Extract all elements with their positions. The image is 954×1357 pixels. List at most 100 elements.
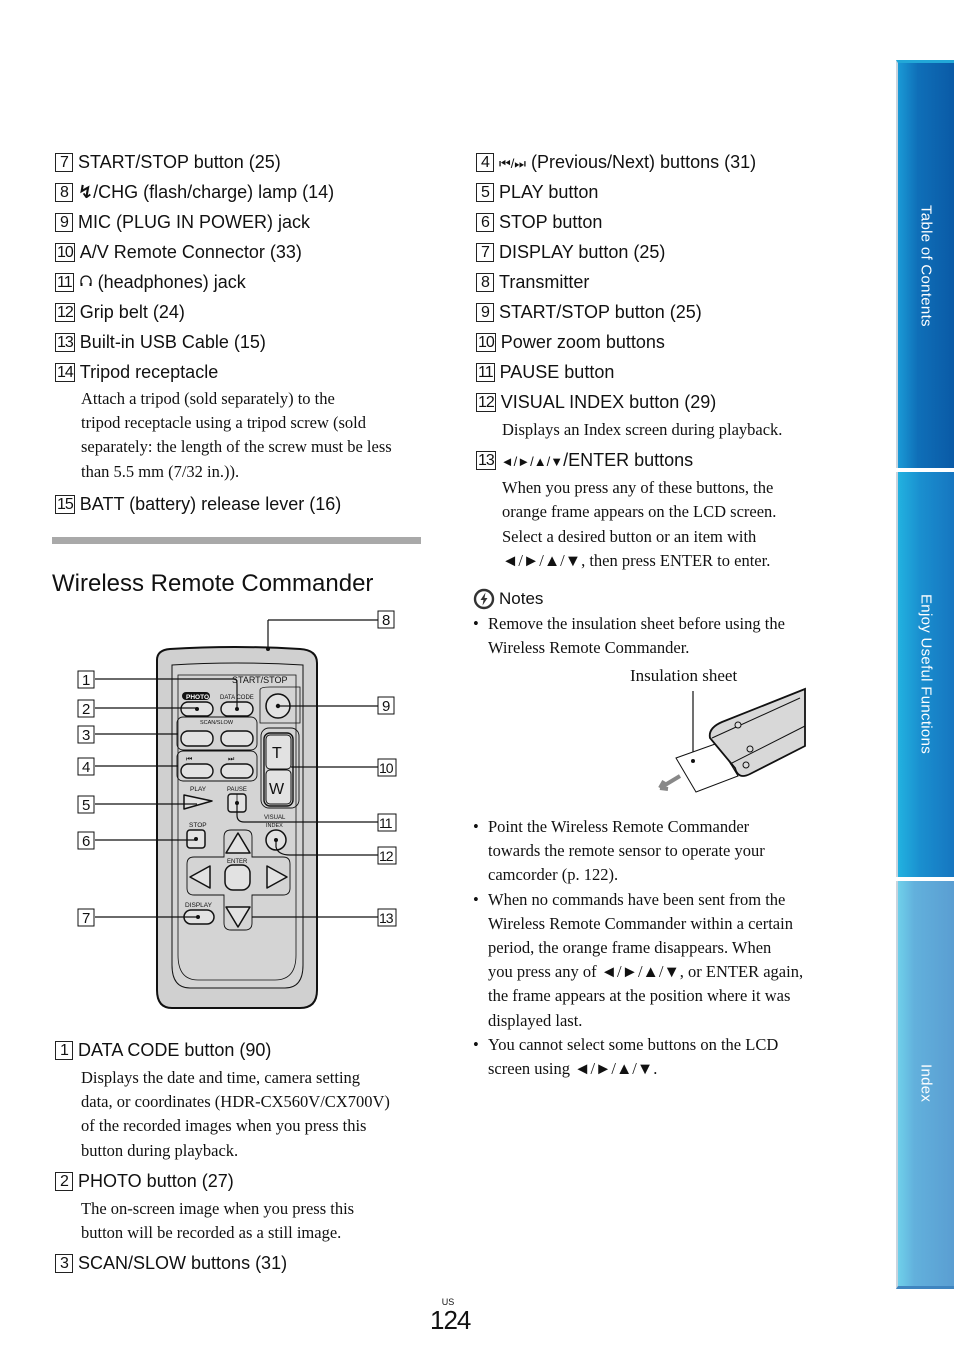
- tab-label: Enjoy Useful Functions: [917, 594, 935, 755]
- display-text: DISPLAY: [185, 902, 213, 909]
- note-item: Point the Wireless Remote Commander towar…: [473, 815, 873, 888]
- desc-line: data, or coordinates (HDR-CX560V/CX700V): [81, 1092, 390, 1112]
- callout-9: 9: [377, 696, 395, 715]
- left-top-list: 7 START/STOP button (25) 8 ↯/CHG (flash/ch…: [55, 152, 435, 524]
- pause-text: PAUSE: [227, 787, 247, 793]
- note-line: screen using ◄/►/▲/▼.: [488, 1059, 658, 1079]
- list-item: 12 Grip belt (24): [55, 302, 435, 332]
- svg-text:5: 5: [82, 797, 90, 814]
- list-item: 7 DISPLAY button (25): [476, 242, 876, 272]
- svg-text:1: 1: [82, 672, 90, 689]
- list-item: 13 ◄/►/▲/▼/ENTER buttons: [476, 450, 876, 476]
- item-label: START/STOP button (25): [78, 152, 281, 172]
- item-label: Built-in USB Cable (15): [79, 332, 266, 352]
- svg-text:3: 3: [82, 727, 90, 744]
- tab-label: Table of Contents: [917, 204, 935, 327]
- list-item: 5 PLAY button: [476, 182, 876, 212]
- sidebar-tab-index[interactable]: Index: [896, 881, 954, 1289]
- item-number: 12: [476, 393, 496, 412]
- item-label: Transmitter: [499, 272, 590, 292]
- list-item: 9 START/STOP button (25): [476, 302, 876, 332]
- item-number: 9: [476, 303, 494, 322]
- note-item: Remove the insulation sheet before using…: [473, 612, 873, 660]
- item-number: 14: [55, 363, 75, 382]
- enter-text: ENTER: [227, 859, 248, 865]
- prev-next-icon: ⏮/⏭: [499, 156, 527, 171]
- item-label: /CHG (flash/charge) lamp (14): [93, 182, 335, 202]
- item-label: VISUAL INDEX button (29): [500, 392, 717, 412]
- note-line: Wireless Remote Commander.: [488, 638, 690, 658]
- item-number: 11: [476, 363, 495, 382]
- desc-line: button during playback.: [81, 1140, 239, 1160]
- list-item: 10 Power zoom buttons: [476, 332, 876, 362]
- notes-first-list: Remove the insulation sheet before using…: [473, 612, 873, 660]
- item-label: PHOTO button (27): [78, 1170, 234, 1191]
- list-item: 7 START/STOP button (25): [55, 152, 435, 182]
- svg-text:13: 13: [379, 910, 394, 926]
- insulation-sheet-figure: [658, 687, 806, 793]
- flash-icon: ↯: [78, 182, 94, 202]
- scan-slow-forward-button: [220, 730, 254, 747]
- item-label: (Previous/Next) buttons (31): [526, 152, 757, 172]
- item-label: DATA CODE button (90): [78, 1040, 272, 1060]
- item-label: Tripod receptacle: [79, 362, 219, 382]
- item-number: 2: [55, 1171, 73, 1191]
- headphones-icon: [79, 272, 93, 292]
- zoom-w-text: W: [269, 781, 285, 798]
- section-title: Wireless Remote Commander: [52, 570, 374, 597]
- list-item: 8 Transmitter: [476, 272, 876, 302]
- item-label: PLAY button: [499, 182, 599, 202]
- item-label: BATT (battery) release lever (16): [79, 493, 342, 514]
- svg-text:12: 12: [379, 848, 394, 864]
- index-text: INDEX: [266, 823, 283, 829]
- sidebar-tab-table-of-contents[interactable]: Table of Contents: [896, 60, 954, 468]
- desc-line: separately: the length of the screw must…: [81, 437, 392, 457]
- callout-12: 12: [377, 846, 397, 865]
- item-number: 10: [55, 243, 75, 262]
- note-line: When no commands have been sent from the: [488, 889, 786, 909]
- item-number: 9: [55, 213, 73, 232]
- notes-rest: Point the Wireless Remote Commander towar…: [473, 815, 873, 1081]
- item-number: 15: [55, 494, 75, 514]
- left-bottom-list: 1 DATA CODE button (90) Displays the date…: [55, 1040, 435, 1283]
- item-description: The on-screen image when you press this …: [81, 1197, 435, 1245]
- callout-7: 7: [77, 908, 95, 927]
- note-line: towards the remote sensor to operate you…: [488, 841, 765, 861]
- desc-line: When you press any of these buttons, the: [502, 478, 774, 498]
- note-line: Wireless Remote Commander within a certa…: [488, 913, 793, 933]
- note-item: When no commands have been sent from the…: [473, 888, 873, 1033]
- notes-heading: Notes: [473, 588, 873, 610]
- list-item: 4 ⏮/⏭ (Previous/Next) buttons (31): [476, 152, 876, 182]
- play-text: PLAY: [190, 786, 207, 793]
- remote-commander-diagram: START/STOP PHOTO DATA CODE SCAN/SLOW ⏮ ⏭…: [77, 610, 397, 1009]
- item-number: 3: [55, 1254, 73, 1274]
- item-number: 11: [55, 273, 74, 292]
- scan-slow-text: SCAN/SLOW: [200, 720, 234, 726]
- next-icon: ⏭: [228, 756, 235, 763]
- sidebar-tab-enjoy-useful-functions[interactable]: Enjoy Useful Functions: [896, 472, 954, 877]
- desc-line: Select a desired button or an item with: [502, 526, 757, 546]
- item-label: STOP button: [499, 212, 603, 232]
- desc-line: of the recorded images when you press th…: [81, 1116, 367, 1136]
- caution-icon: [473, 588, 495, 610]
- list-item: 2 PHOTO button (27): [55, 1171, 435, 1197]
- item-label: (headphones) jack: [92, 272, 246, 292]
- list-item: 3 SCAN/SLOW buttons (31): [55, 1253, 435, 1283]
- notes-title: Notes: [499, 589, 544, 608]
- desc-line: orange frame appears on the LCD screen.: [502, 502, 777, 522]
- note-line: you press any of ◄/►/▲/▼, or ENTER again…: [488, 962, 804, 982]
- svg-text:7: 7: [82, 910, 90, 927]
- list-item: 10 A/V Remote Connector (33): [55, 242, 435, 272]
- desc-line: Displays the date and time, camera setti…: [81, 1068, 361, 1087]
- item-label: Grip belt (24): [79, 302, 185, 322]
- list-item: 6 STOP button: [476, 212, 876, 242]
- start-stop-text: START/STOP: [232, 675, 288, 685]
- item-label: /ENTER buttons: [563, 450, 694, 471]
- callout-10: 10: [377, 758, 397, 777]
- list-item: 14 Tripod receptacle: [55, 362, 435, 387]
- svg-text:11: 11: [379, 815, 393, 831]
- desc-line: Attach a tripod (sold separately) to the: [81, 389, 335, 408]
- item-label: PAUSE button: [499, 362, 615, 382]
- notes-list: Point the Wireless Remote Commander towar…: [473, 815, 873, 1081]
- callout-13: 13: [377, 908, 397, 927]
